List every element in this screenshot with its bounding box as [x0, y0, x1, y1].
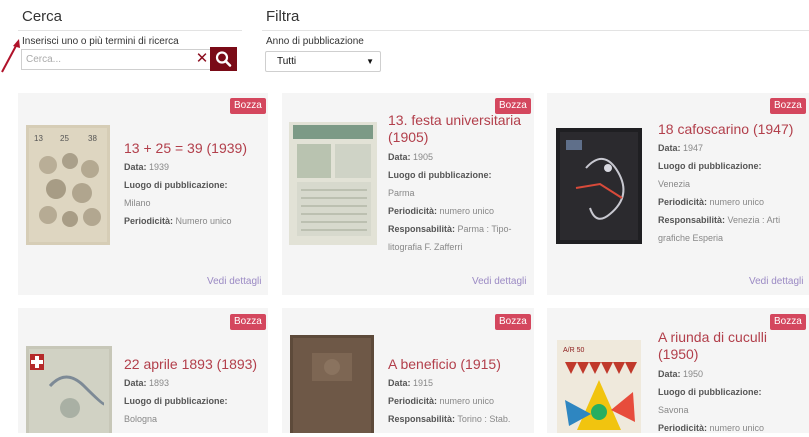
card-info: Data: 1950 Luogo di pubblicazione: Savon…: [658, 365, 806, 437]
status-badge: Bozza: [230, 314, 266, 330]
luogo-label: Luogo di pubblicazione:: [124, 396, 228, 406]
luogo-label: Luogo di pubblicazione:: [388, 170, 492, 180]
search-icon: [215, 51, 232, 67]
card-info: Data: 1915 Periodicità: numero unico Res…: [388, 374, 528, 428]
data-value: 1950: [683, 369, 704, 379]
card-title[interactable]: 22 aprile 1893 (1893): [124, 356, 259, 373]
periodicita-label: Periodicità:: [388, 206, 438, 216]
data-value: 1939: [149, 162, 170, 172]
periodicita-value: numero unico: [439, 206, 495, 216]
data-value: 1905: [413, 152, 434, 162]
responsabilita-label: Responsabilità:: [388, 414, 456, 424]
svg-text:25: 25: [60, 134, 69, 143]
cover-thumbnail[interactable]: A/R 50: [557, 340, 641, 433]
annotation-arrow-icon: [1, 39, 20, 73]
card-title[interactable]: 13. festa universitaria (1905): [388, 112, 528, 146]
card-title[interactable]: A riunda di cuculli (1950): [658, 329, 803, 363]
card-title[interactable]: 13 + 25 = 39 (1939): [124, 140, 254, 157]
year-select[interactable]: Tutti ▼: [265, 51, 381, 72]
card-title[interactable]: 18 cafoscarino (1947): [658, 121, 808, 138]
select-caret-icon: ▼: [366, 57, 374, 66]
year-select-value: Tutti: [277, 56, 297, 67]
data-value: 1915: [413, 378, 434, 388]
data-label: Data:: [388, 378, 411, 388]
svg-text:38: 38: [88, 134, 97, 143]
card-title[interactable]: A beneficio (1915): [388, 356, 528, 373]
data-label: Data:: [124, 378, 147, 388]
periodicita-label: Periodicità:: [124, 216, 174, 226]
card-info: Data: 1905 Luogo di pubblicazione: Parma…: [388, 148, 528, 256]
data-label: Data:: [658, 369, 681, 379]
status-badge: Bozza: [770, 314, 806, 330]
luogo-value: Savona: [658, 405, 689, 415]
luogo-label: Luogo di pubblicazione:: [658, 161, 762, 171]
periodicita-value: numero unico: [709, 423, 765, 433]
cover-thumbnail[interactable]: 13 25 38: [26, 125, 110, 245]
luogo-label: Luogo di pubblicazione:: [124, 180, 228, 190]
search-title: Cerca: [22, 8, 63, 25]
responsabilita-value: Torino : Stab.: [457, 414, 511, 424]
periodicita-label: Periodicità:: [388, 396, 438, 406]
search-button[interactable]: [210, 47, 237, 71]
card-info: Data: 1939 Luogo di pubblicazione: Milan…: [124, 158, 259, 230]
search-input[interactable]: [26, 52, 186, 67]
periodicita-value: Numero unico: [175, 216, 232, 226]
cover-thumbnail[interactable]: [290, 335, 374, 433]
filter-label: Anno di pubblicazione: [266, 36, 364, 47]
filter-divider: [262, 30, 809, 31]
luogo-value: Bologna: [124, 414, 158, 424]
data-label: Data:: [124, 162, 147, 172]
data-label: Data:: [658, 143, 681, 153]
responsabilita-label: Responsabilità:: [388, 224, 456, 234]
periodicita-value: numero unico: [439, 396, 495, 406]
luogo-value: Parma: [388, 188, 415, 198]
status-badge: Bozza: [230, 98, 266, 114]
periodicita-value: numero unico: [709, 197, 765, 207]
filter-title: Filtra: [266, 8, 300, 25]
luogo-value: Milano: [124, 198, 151, 208]
search-label: Inserisci uno o più termini di ricerca: [22, 36, 179, 47]
cover-thumbnail[interactable]: [289, 122, 377, 245]
data-label: Data:: [388, 152, 411, 162]
status-badge: Bozza: [770, 98, 806, 114]
data-value: 1893: [149, 378, 170, 388]
data-value: 1947: [683, 143, 704, 153]
luogo-label: Luogo di pubblicazione:: [658, 387, 762, 397]
card-info: Data: 1947 Luogo di pubblicazione: Venez…: [658, 139, 806, 247]
svg-text:13: 13: [34, 134, 43, 143]
cover-thumbnail[interactable]: [26, 346, 112, 433]
search-divider: [18, 30, 242, 31]
svg-text:A/R 50: A/R 50: [563, 347, 585, 354]
details-link[interactable]: Vedi dettagli: [207, 276, 262, 287]
clear-search-icon[interactable]: ✕: [195, 51, 209, 67]
card-info: Data: 1893 Luogo di pubblicazione: Bolog…: [124, 374, 259, 428]
details-link[interactable]: Vedi dettagli: [472, 276, 527, 287]
details-link[interactable]: Vedi dettagli: [749, 276, 804, 287]
periodicita-label: Periodicità:: [658, 423, 708, 433]
responsabilita-label: Responsabilità:: [658, 215, 726, 225]
status-badge: Bozza: [495, 314, 531, 330]
periodicita-label: Periodicità:: [658, 197, 708, 207]
cover-thumbnail[interactable]: [556, 128, 642, 244]
luogo-value: Venezia: [658, 179, 691, 189]
